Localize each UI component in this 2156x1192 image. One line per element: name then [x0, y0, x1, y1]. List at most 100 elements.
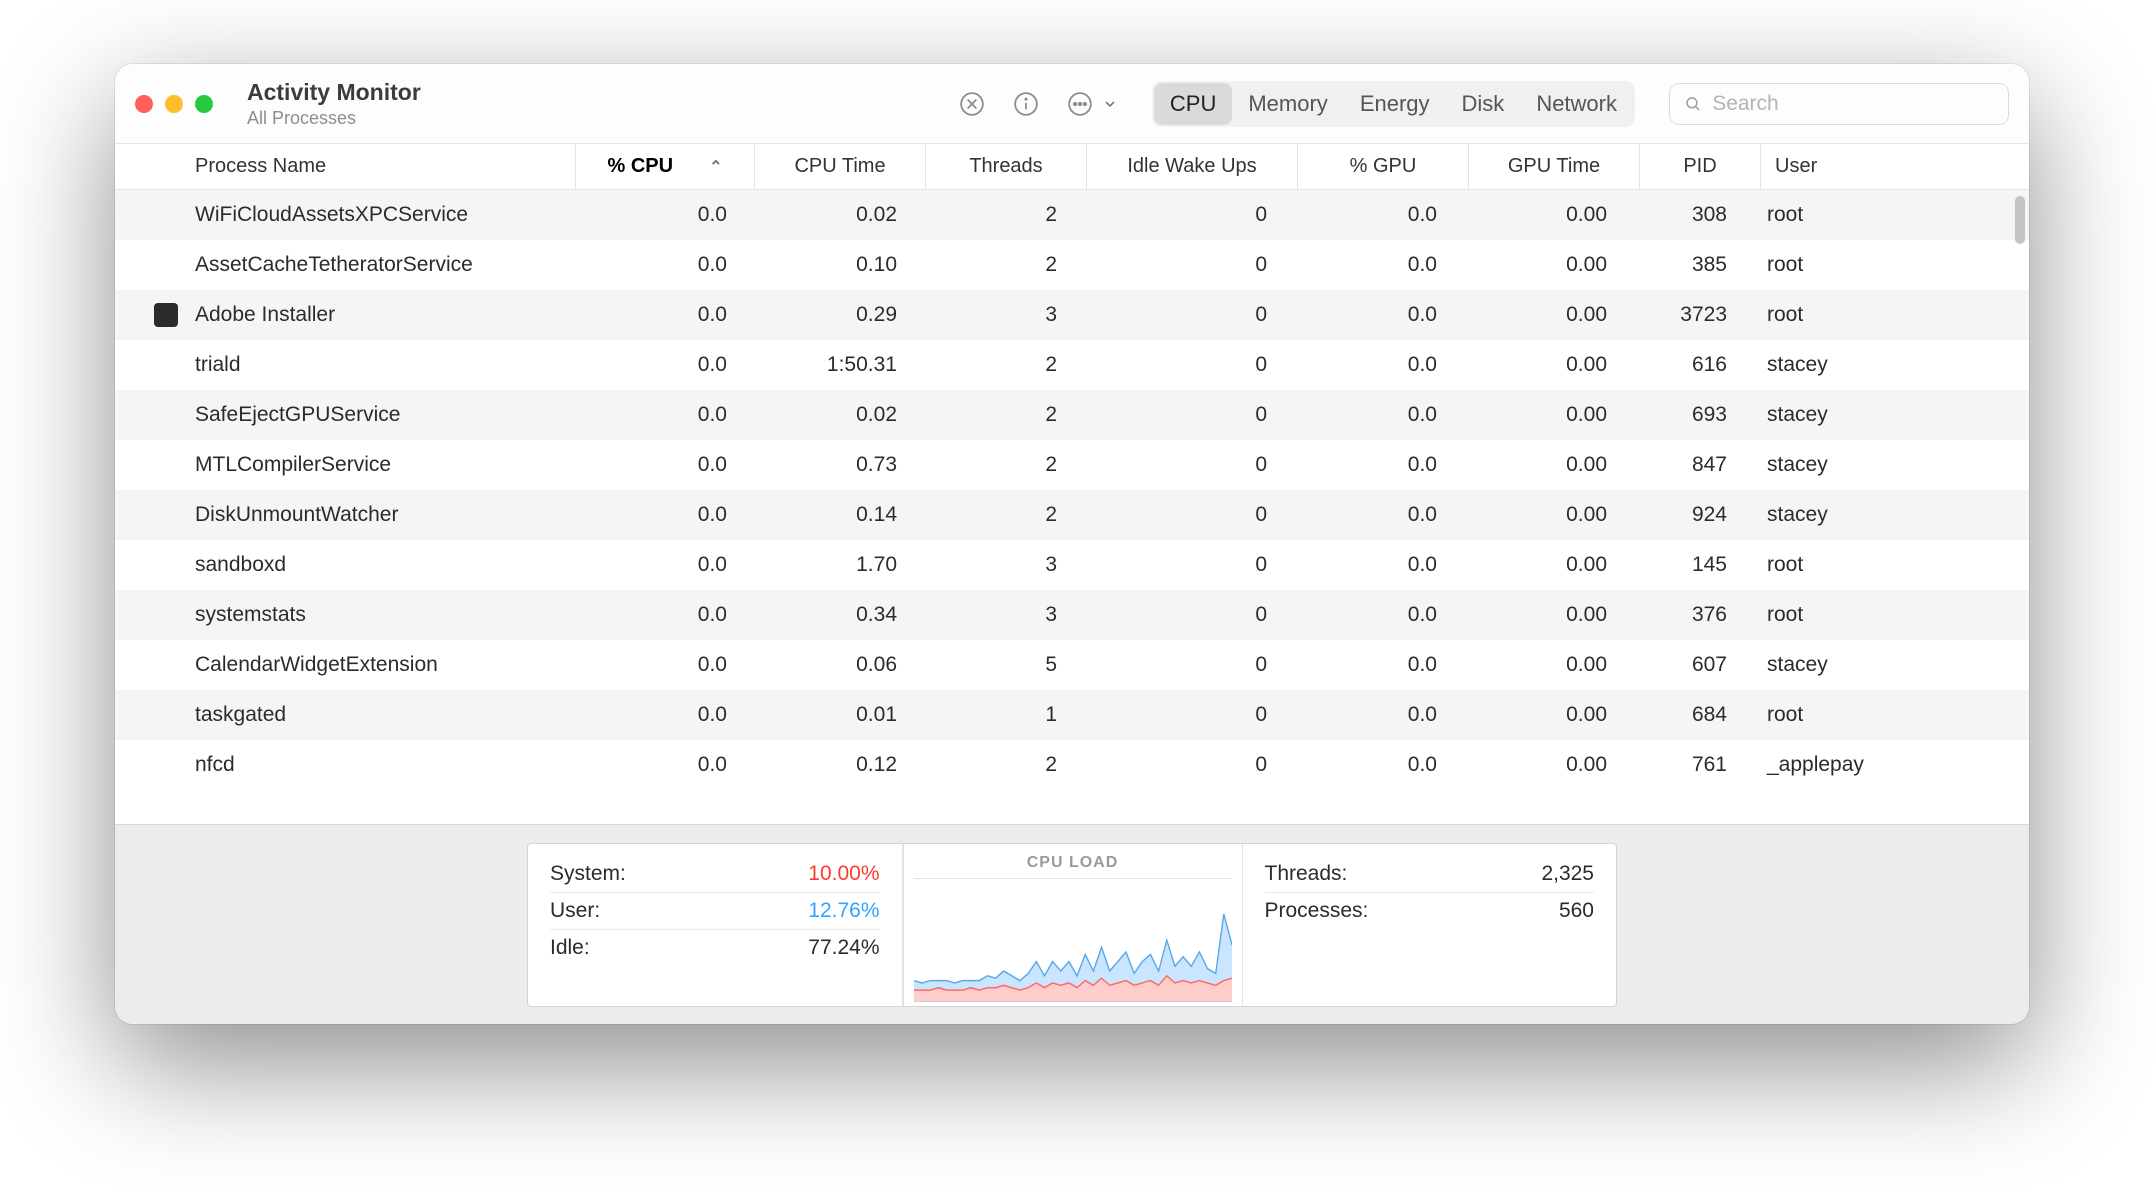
tab-cpu[interactable]: CPU [1154, 83, 1232, 125]
table-row[interactable]: SafeEjectGPUService0.00.02200.00.00693st… [115, 390, 2029, 440]
col-header-cpu[interactable]: % CPU ⌃ [576, 155, 754, 178]
cell-gpu: 0.0 [1293, 503, 1463, 527]
table-row[interactable]: triald0.01:50.31200.00.00616stacey [115, 340, 2029, 390]
table-row[interactable]: taskgated0.00.01100.00.00684root [115, 690, 2029, 740]
table-row[interactable]: sandboxd0.01.70300.00.00145root [115, 540, 2029, 590]
cell-process-name: nfcd [115, 753, 575, 777]
table-row[interactable]: CalendarWidgetExtension0.00.06500.00.006… [115, 640, 2029, 690]
process-table-body[interactable]: WiFiCloudAssetsXPCService0.00.02200.00.0… [115, 190, 2029, 824]
cell-cpu: 0.0 [575, 503, 753, 527]
col-header-user[interactable]: User [1761, 155, 1951, 178]
col-header-idle-wake[interactable]: Idle Wake Ups [1087, 155, 1297, 178]
cell-idle-wake: 0 [1083, 703, 1293, 727]
col-header-cpu-label: % CPU [608, 155, 674, 178]
cell-idle-wake: 0 [1083, 453, 1293, 477]
close-window-button[interactable] [135, 95, 153, 113]
cell-process-name: triald [115, 353, 575, 377]
cell-process-name: systemstats [115, 603, 575, 627]
col-header-threads[interactable]: Threads [926, 155, 1086, 178]
cell-cpu: 0.0 [575, 403, 753, 427]
cell-idle-wake: 0 [1083, 303, 1293, 327]
cell-process-name: Adobe Installer [115, 302, 575, 328]
cell-process-name: AssetCacheTetheratorService [115, 253, 575, 277]
cell-pid: 616 [1633, 353, 1753, 377]
toolbar: Activity Monitor All Processes CPU Memor… [115, 64, 2029, 144]
cell-gpu-time: 0.00 [1463, 653, 1633, 677]
window-title-block: Activity Monitor All Processes [247, 79, 421, 129]
cell-idle-wake: 0 [1083, 503, 1293, 527]
inspect-process-button[interactable] [1008, 86, 1044, 122]
window-subtitle: All Processes [247, 108, 421, 129]
cell-pid: 3723 [1633, 303, 1753, 327]
cell-cpu-time: 1.70 [753, 553, 923, 577]
cell-cpu: 0.0 [575, 453, 753, 477]
cell-gpu-time: 0.00 [1463, 303, 1633, 327]
tab-network[interactable]: Network [1520, 83, 1633, 125]
table-row[interactable]: Adobe Installer0.00.29300.00.003723root [115, 290, 2029, 340]
column-headers: Process Name % CPU ⌃ CPU Time Threads Id… [115, 144, 2029, 190]
cpu-summary-panel: System:10.00% User:12.76% Idle:77.24% CP… [527, 843, 1617, 1007]
cell-pid: 924 [1633, 503, 1753, 527]
col-header-gpu-time[interactable]: GPU Time [1469, 155, 1639, 178]
cell-pid: 847 [1633, 453, 1753, 477]
cell-idle-wake: 0 [1083, 253, 1293, 277]
col-header-gpu[interactable]: % GPU [1298, 155, 1468, 178]
cell-threads: 2 [923, 753, 1083, 777]
cell-threads: 3 [923, 553, 1083, 577]
cell-cpu-time: 0.73 [753, 453, 923, 477]
table-row[interactable]: MTLCompilerService0.00.73200.00.00847sta… [115, 440, 2029, 490]
cell-gpu-time: 0.00 [1463, 253, 1633, 277]
cpu-load-title: CPU LOAD [1027, 854, 1119, 872]
cpu-usage-breakdown: System:10.00% User:12.76% Idle:77.24% [528, 844, 903, 1006]
table-row[interactable]: DiskUnmountWatcher0.00.14200.00.00924sta… [115, 490, 2029, 540]
cell-idle-wake: 0 [1083, 653, 1293, 677]
cell-gpu-time: 0.00 [1463, 403, 1633, 427]
cell-gpu-time: 0.00 [1463, 703, 1633, 727]
cell-user: root [1753, 253, 1943, 277]
cell-user: root [1753, 603, 1943, 627]
tab-energy[interactable]: Energy [1344, 83, 1446, 125]
cell-gpu: 0.0 [1293, 553, 1463, 577]
scrollbar-thumb[interactable] [2015, 196, 2025, 244]
cell-idle-wake: 0 [1083, 753, 1293, 777]
search-field[interactable] [1669, 83, 2009, 125]
cell-pid: 376 [1633, 603, 1753, 627]
table-row[interactable]: systemstats0.00.34300.00.00376root [115, 590, 2029, 640]
cell-user: root [1753, 553, 1943, 577]
info-icon [1013, 91, 1039, 117]
cell-cpu: 0.0 [575, 203, 753, 227]
search-input[interactable] [1712, 92, 1994, 116]
col-header-cpu-time[interactable]: CPU Time [755, 155, 925, 178]
cell-threads: 2 [923, 453, 1083, 477]
table-row[interactable]: AssetCacheTetheratorService0.00.10200.00… [115, 240, 2029, 290]
cell-threads: 2 [923, 353, 1083, 377]
cell-cpu: 0.0 [575, 353, 753, 377]
cell-pid: 308 [1633, 203, 1753, 227]
cell-threads: 3 [923, 603, 1083, 627]
cell-pid: 684 [1633, 703, 1753, 727]
stop-process-button[interactable] [954, 86, 990, 122]
window-title: Activity Monitor [247, 79, 421, 106]
minimize-window-button[interactable] [165, 95, 183, 113]
cell-gpu-time: 0.00 [1463, 753, 1633, 777]
cell-cpu: 0.0 [575, 703, 753, 727]
tab-memory[interactable]: Memory [1232, 83, 1343, 125]
tab-disk[interactable]: Disk [1446, 83, 1521, 125]
tab-bar: CPU Memory Energy Disk Network [1152, 81, 1635, 127]
cell-cpu-time: 0.12 [753, 753, 923, 777]
table-row[interactable]: WiFiCloudAssetsXPCService0.00.02200.00.0… [115, 190, 2029, 240]
col-header-process-name[interactable]: Process Name [115, 155, 575, 178]
options-menu-button[interactable] [1062, 86, 1118, 122]
col-header-pid[interactable]: PID [1640, 155, 1760, 178]
cell-process-name: SafeEjectGPUService [115, 403, 575, 427]
zoom-window-button[interactable] [195, 95, 213, 113]
table-row[interactable]: nfcd0.00.12200.00.00761_applepay [115, 740, 2029, 790]
cell-pid: 607 [1633, 653, 1753, 677]
cell-idle-wake: 0 [1083, 403, 1293, 427]
cell-cpu: 0.0 [575, 603, 753, 627]
cell-cpu: 0.0 [575, 553, 753, 577]
cell-cpu-time: 0.10 [753, 253, 923, 277]
idle-label: Idle: [550, 936, 590, 960]
cell-gpu: 0.0 [1293, 603, 1463, 627]
cell-cpu-time: 0.01 [753, 703, 923, 727]
